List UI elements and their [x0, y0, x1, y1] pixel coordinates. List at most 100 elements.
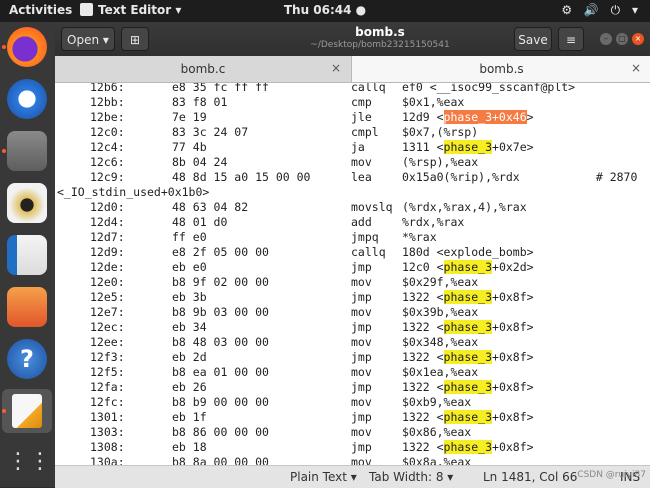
code-address: 12c6:	[90, 155, 125, 169]
code-line: 12de: eb e0 jmp 12c0 <phase_3+0x2d>	[55, 260, 650, 275]
code-line: 12e0: b8 9f 02 00 00 mov $0x29f,%eax	[55, 275, 650, 290]
code-bytes: b8 86 00 00 00	[172, 425, 269, 439]
firefox-icon[interactable]	[7, 27, 47, 67]
search-match: phase_3	[443, 320, 493, 334]
code-bytes: eb 1f	[172, 410, 207, 424]
code-operand: 1322 <phase_3+0x8f>	[402, 380, 534, 395]
new-tab-button[interactable]: ⊞	[121, 27, 149, 51]
code-opcode: mov	[351, 455, 372, 465]
code-line: 12ee: b8 48 03 00 00 mov $0x348,%eax	[55, 335, 650, 350]
code-address: 12f5:	[90, 365, 125, 379]
operand-prefix: 1322 <	[402, 410, 444, 424]
code-line: 1308: eb 18 jmp 1322 <phase_3+0x8f>	[55, 440, 650, 455]
code-address: 12c9:	[90, 170, 125, 184]
code-line: 12f5: b8 ea 01 00 00 mov $0x1ea,%eax	[55, 365, 650, 380]
code-operand: 12c0 <phase_3+0x2d>	[402, 260, 534, 275]
code-opcode: jmpq	[351, 230, 379, 244]
code-line: 12d7: ff e0 jmpq *%rax	[55, 230, 650, 245]
code-bytes: b8 9b 03 00 00	[172, 305, 269, 319]
rhythmbox-icon[interactable]	[7, 183, 47, 223]
writer-icon[interactable]	[7, 235, 47, 275]
code-bytes: eb 26	[172, 380, 207, 394]
tab-close-icon[interactable]: ×	[331, 61, 341, 75]
code-opcode: callq	[351, 245, 386, 259]
language-selector[interactable]: Plain Text ▾	[290, 470, 357, 484]
search-match: phase_3	[443, 380, 493, 394]
clock[interactable]: Thu 06:44 ●	[0, 3, 650, 17]
code-opcode: movslq	[351, 200, 393, 214]
operand-prefix: 12d9 <	[402, 110, 444, 124]
running-indicator	[2, 409, 6, 413]
code-address: 12d4:	[90, 215, 125, 229]
show-apps-icon[interactable]: ⋮⋮⋮	[7, 444, 73, 484]
operand-prefix: 1322 <	[402, 290, 444, 304]
code-bytes: 77 4b	[172, 140, 207, 154]
code-line: 12d4: 48 01 d0 add %rdx,%rax	[55, 215, 650, 230]
code-opcode: mov	[351, 395, 372, 409]
tab-bomb-s[interactable]: bomb.s ×	[351, 56, 650, 82]
window-subtitle: ~/Desktop/bomb23215150541	[310, 40, 450, 50]
code-line: 12b6: e8 35 fc ff ff callq ef0 <__isoc99_ss…	[55, 83, 650, 95]
search-match: phase_3	[443, 440, 493, 454]
code-address: 12ec:	[90, 320, 125, 334]
code-operand: 1322 <phase_3+0x8f>	[402, 440, 534, 455]
search-match: phase_3	[443, 140, 493, 154]
help-icon[interactable]: ?	[7, 339, 47, 379]
code-operand: $0x1ea,%eax	[402, 365, 479, 379]
code-continuation: <_IO_stdin_used+0x1b0>	[57, 185, 210, 199]
operand-prefix: 1322 <	[402, 380, 444, 394]
tab-bar: bomb.c × bomb.s ×	[55, 56, 650, 83]
files-icon[interactable]	[7, 131, 47, 171]
code-bytes: b8 8a 00 00 00	[172, 455, 269, 465]
code-operand: $0x7,(%rsp)	[402, 125, 479, 139]
code-line: 12ec: eb 34 jmp 1322 <phase_3+0x8f>	[55, 320, 650, 335]
hamburger-menu-button[interactable]: ≡	[558, 27, 584, 51]
code-operand: $0x86,%eax	[402, 425, 472, 439]
open-button[interactable]: Open ▾	[61, 27, 115, 51]
code-opcode: cmp	[351, 95, 372, 109]
text-view[interactable]: 12b6: e8 35 fc ff ff callq ef0 <__isoc99_ss…	[55, 83, 650, 465]
code-address: 12de:	[90, 260, 125, 274]
operand-suffix: +0x8f>	[492, 320, 534, 334]
close-icon[interactable]: ×	[632, 33, 644, 45]
code-address: 12e7:	[90, 305, 125, 319]
code-operand: $0x29f,%eax	[402, 275, 479, 289]
tab-bomb-c[interactable]: bomb.c ×	[55, 56, 351, 82]
code-address: 12fa:	[90, 380, 125, 394]
watermark: CSDN @ruiyi87	[577, 470, 646, 480]
code-bytes: eb e0	[172, 260, 207, 274]
minimize-icon[interactable]: –	[600, 33, 612, 45]
tab-width-selector[interactable]: Tab Width: 8 ▾	[369, 470, 453, 484]
system-menu[interactable]: ⚙ 🔊 ⏻ ▾	[561, 3, 642, 18]
operand-prefix: 1322 <	[402, 350, 444, 364]
thunderbird-icon[interactable]	[7, 79, 47, 119]
code-operand: 1322 <phase_3+0x8f>	[402, 320, 534, 335]
operand-suffix: +0x8f>	[492, 350, 534, 364]
operand-suffix: +0x8f>	[492, 410, 534, 424]
code-bytes: 48 63 04 82	[172, 200, 249, 214]
code-address: 1301:	[90, 410, 125, 424]
code-opcode: callq	[351, 83, 386, 94]
code-bytes: b8 ea 01 00 00	[172, 365, 269, 379]
code-line: 12e7: b8 9b 03 00 00 mov $0x39b,%eax	[55, 305, 650, 320]
code-line: 12d0: 48 63 04 82 movslq (%rdx,%rax,4),%rax	[55, 200, 650, 215]
tab-label: bomb.s	[479, 62, 524, 76]
search-match: phase_3	[443, 350, 493, 364]
cursor-position: Ln 1481, Col 66	[483, 470, 578, 484]
code-opcode: mov	[351, 365, 372, 379]
code-opcode: ja	[351, 140, 365, 154]
operand-prefix: 1311 <	[402, 140, 444, 154]
maximize-icon[interactable]: □	[616, 33, 628, 45]
code-line: 130a: b8 8a 00 00 00 mov $0x8a,%eax	[55, 455, 650, 465]
code-opcode: jmp	[351, 380, 372, 394]
operand-prefix: 1322 <	[402, 440, 444, 454]
code-operand: 0x15a0(%rip),%rdx # 2870	[402, 170, 638, 184]
tab-close-icon[interactable]: ×	[631, 61, 641, 75]
search-match: phase_3	[443, 260, 493, 274]
save-button[interactable]: Save	[514, 27, 552, 51]
software-icon[interactable]	[7, 287, 47, 327]
code-line: 12c4: 77 4b ja 1311 <phase_3+0x7e>	[55, 140, 650, 155]
operand-suffix: +0x8f>	[492, 380, 534, 394]
code-opcode: jmp	[351, 350, 372, 364]
code-bytes: 48 8d 15 a0 15 00 00	[172, 170, 311, 184]
